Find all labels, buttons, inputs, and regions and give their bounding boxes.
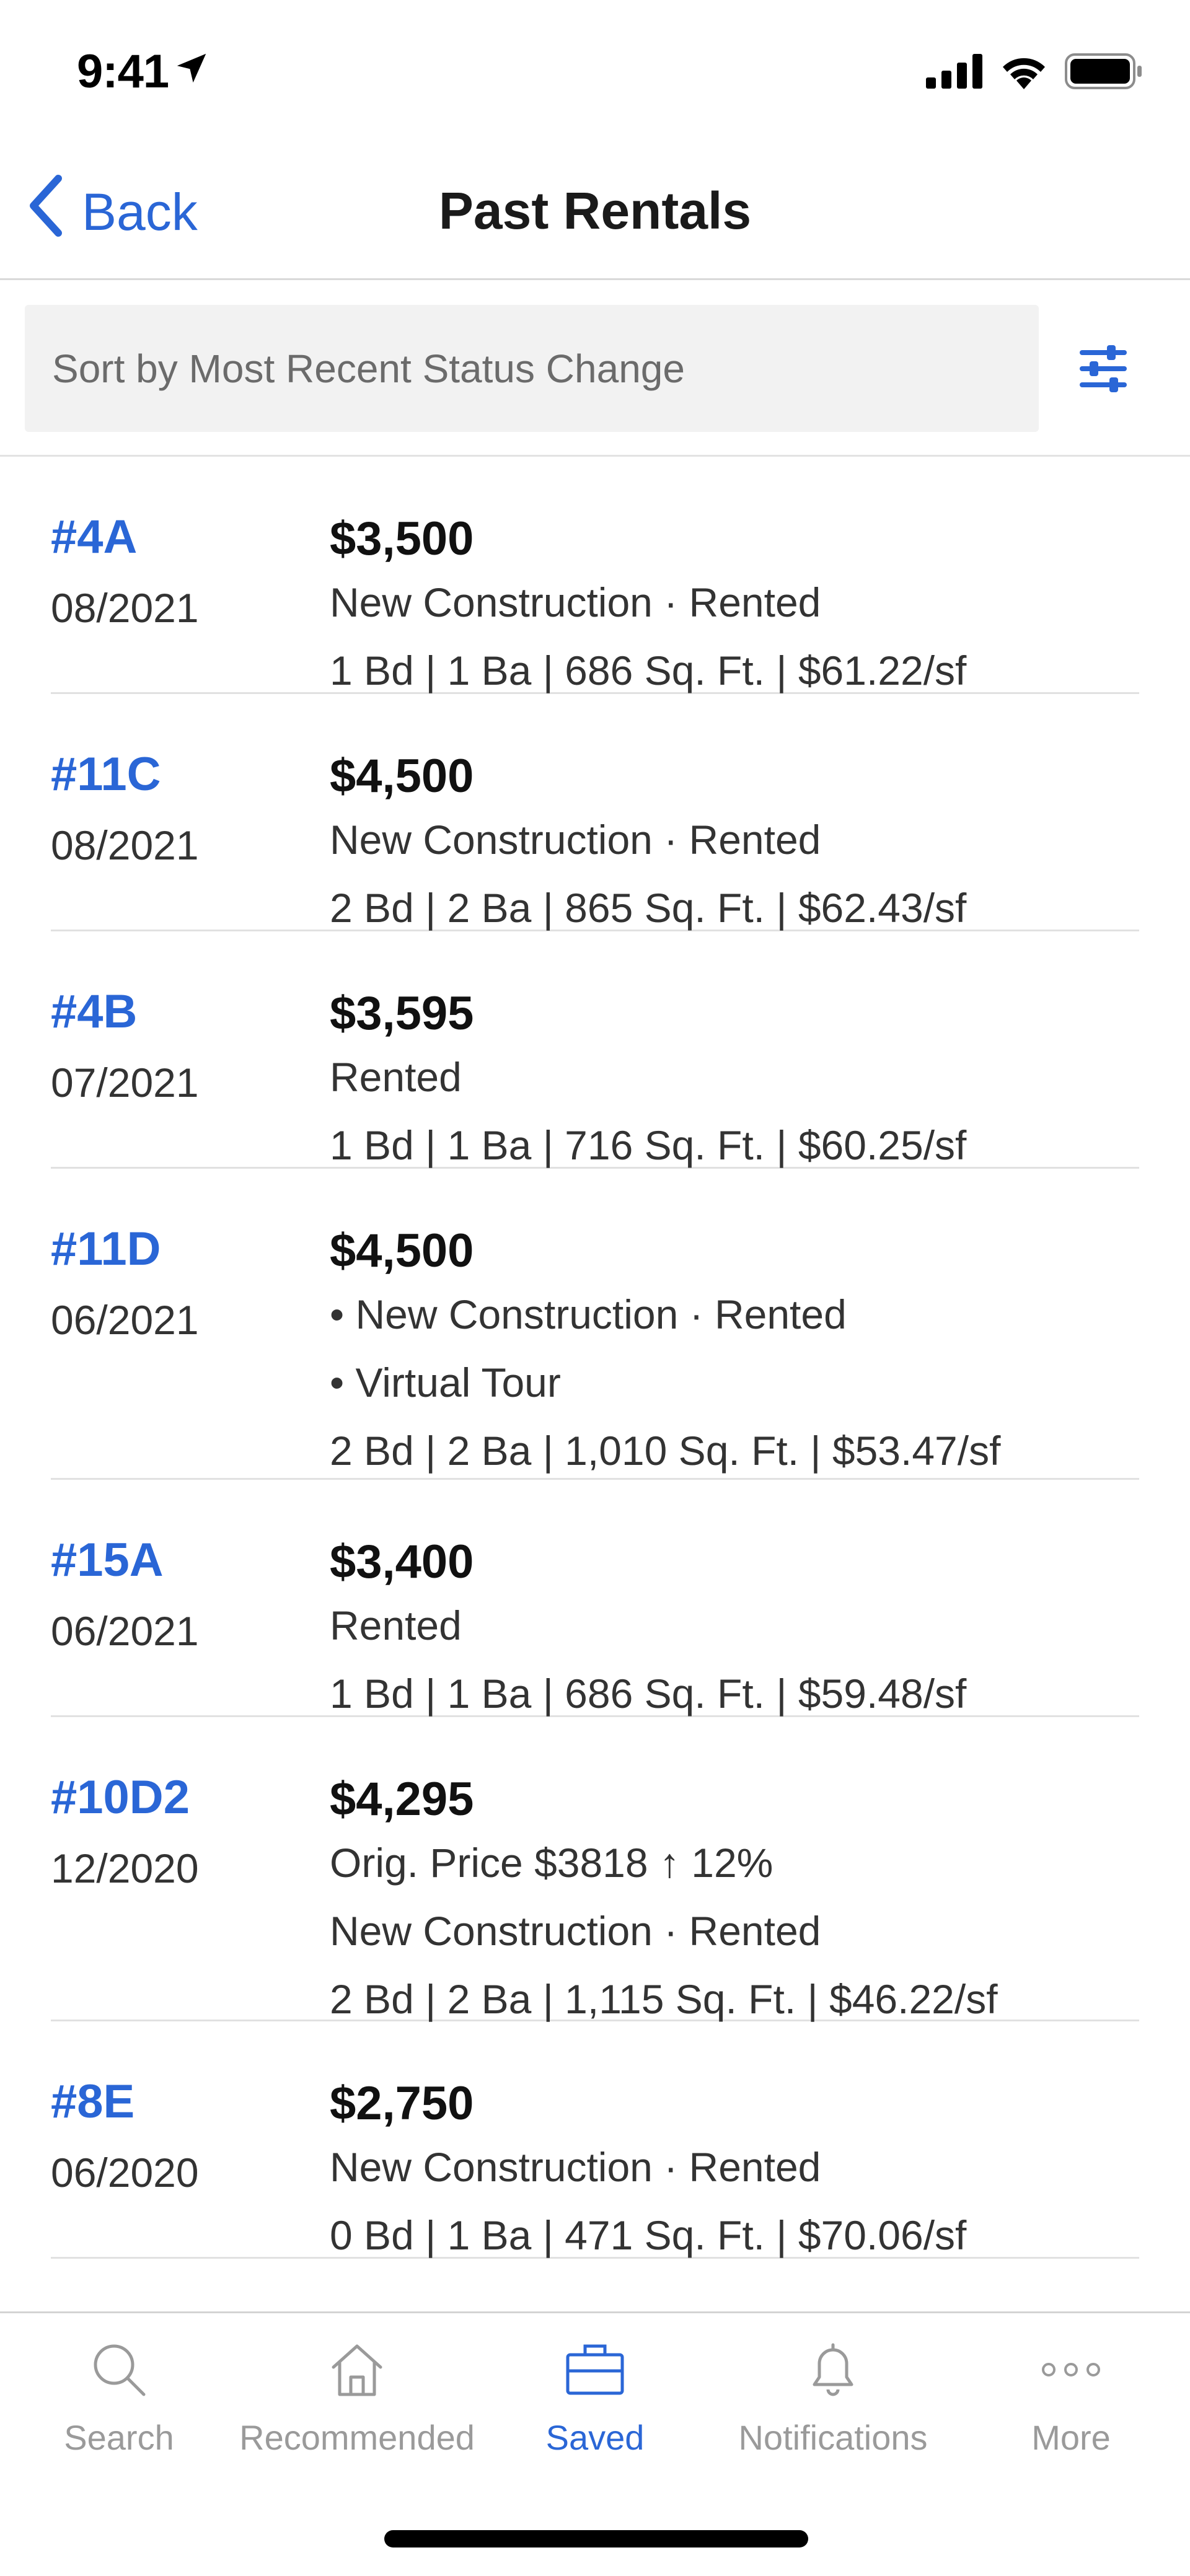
rental-row[interactable]: #10D2 12/2020 $4,295 Orig. Price $3818 ↑… [51, 1717, 1139, 2022]
unit-number[interactable]: #4B [51, 985, 137, 1039]
rental-price: $3,500 [330, 512, 474, 565]
home-icon [323, 2336, 391, 2404]
rental-details: $4,295 Orig. Price $3818 ↑ 12% New Const… [330, 1770, 998, 2033]
rental-details: $3,500 New Construction · Rented 1 Bd | … [330, 510, 966, 705]
tab-label: Recommended [239, 2418, 475, 2457]
rental-date: 06/2021 [51, 1297, 199, 1343]
unit-number[interactable]: #11C [51, 747, 161, 801]
rental-row[interactable]: #4B 07/2021 $3,595 Rented 1 Bd | 1 Ba | … [51, 931, 1139, 1169]
tab-search[interactable]: Search [0, 2336, 238, 2458]
filter-sliders-icon [1078, 344, 1128, 397]
rental-row[interactable]: #11D 06/2021 $4,500 • New Construction ·… [51, 1169, 1139, 1480]
rental-date: 07/2021 [51, 1060, 199, 1106]
unit-number[interactable]: #4A [51, 510, 137, 564]
rental-details: $2,750 New Construction · Rented 0 Bd | … [330, 2075, 966, 2269]
wifi-icon [999, 53, 1049, 92]
unit-number[interactable]: #8E [51, 2075, 134, 2129]
rental-row[interactable]: #11C 08/2021 $4,500 New Construction · R… [51, 694, 1139, 931]
rental-status: Rented [330, 1054, 462, 1100]
navigation-header: Back Past Rentals [0, 143, 1190, 280]
original-price: Orig. Price $3818 ↑ 12% [330, 1840, 774, 1886]
tab-recommended[interactable]: Recommended [238, 2336, 476, 2458]
rental-status: • New Construction · Rented [330, 1291, 847, 1337]
sort-label: Sort by Most Recent Status Change [52, 346, 685, 391]
rental-list: #4A 08/2021 $3,500 New Construction · Re… [0, 457, 1190, 2259]
rental-price: $4,295 [330, 1773, 474, 1826]
rental-status: New Construction · Rented [330, 2144, 821, 2190]
rental-status: New Construction · Rented [330, 817, 821, 863]
rental-specs: 2 Bd | 2 Ba | 1,010 Sq. Ft. | $53.47/sf [330, 1428, 1001, 1474]
tab-label: Notifications [738, 2418, 928, 2457]
page-title: Past Rentals [438, 182, 752, 240]
rental-feature: • Virtual Tour [330, 1360, 561, 1405]
tab-label: Search [64, 2418, 174, 2457]
status-icons [926, 53, 1143, 92]
tab-more[interactable]: More [952, 2336, 1190, 2458]
rental-row[interactable]: #15A 06/2021 $3,400 Rented 1 Bd | 1 Ba |… [51, 1480, 1139, 1717]
tab-saved[interactable]: Saved [476, 2336, 714, 2458]
rental-details: $3,595 Rented 1 Bd | 1 Ba | 716 Sq. Ft. … [330, 985, 966, 1179]
status-time: 9:41 [77, 45, 211, 99]
bell-icon [799, 2336, 867, 2404]
status-bar: 9:41 [0, 0, 1190, 143]
unit-number[interactable]: #10D2 [51, 1770, 190, 1824]
tab-notifications[interactable]: Notifications [714, 2336, 952, 2458]
rental-date: 08/2021 [51, 585, 199, 631]
tab-label: More [1031, 2418, 1111, 2457]
rental-date: 06/2020 [51, 2150, 199, 2196]
tab-label: Saved [545, 2418, 645, 2457]
rental-price: $2,750 [330, 2077, 474, 2130]
tab-bar: Search Recommended Saved Notifications M… [0, 2311, 1190, 2576]
rental-price: $3,400 [330, 1536, 474, 1588]
rental-date: 08/2021 [51, 822, 199, 868]
location-arrow-icon [172, 45, 211, 99]
rental-price: $3,595 [330, 987, 474, 1040]
unit-number[interactable]: #11D [51, 1222, 161, 1276]
rental-price: $4,500 [330, 1224, 474, 1277]
search-icon [85, 2336, 153, 2404]
battery-icon [1065, 53, 1143, 92]
rental-price: $4,500 [330, 750, 474, 802]
rental-date: 12/2020 [51, 1845, 199, 1891]
rental-row[interactable]: #4A 08/2021 $3,500 New Construction · Re… [51, 457, 1139, 694]
briefcase-icon [561, 2336, 629, 2404]
rental-details: $4,500 • New Construction · Rented • Vir… [330, 1222, 1000, 1485]
rental-date: 06/2021 [51, 1608, 199, 1654]
rental-details: $3,400 Rented 1 Bd | 1 Ba | 686 Sq. Ft. … [330, 1533, 966, 1728]
unit-number[interactable]: #15A [51, 1533, 164, 1587]
rental-status: Rented [330, 1602, 462, 1648]
filter-button[interactable] [1072, 339, 1134, 401]
status-time-text: 9:41 [77, 45, 169, 98]
sort-section: Sort by Most Recent Status Change [0, 280, 1190, 457]
rental-status: New Construction · Rented [330, 579, 821, 625]
sort-selector[interactable]: Sort by Most Recent Status Change [25, 305, 1039, 432]
rental-row[interactable]: #8E 06/2020 $2,750 New Construction · Re… [51, 2021, 1139, 2259]
rental-specs: 0 Bd | 1 Ba | 471 Sq. Ft. | $70.06/sf [330, 2212, 967, 2258]
home-indicator [384, 2530, 808, 2547]
rental-details: $4,500 New Construction · Rented 2 Bd | … [330, 747, 966, 942]
rental-status: New Construction · Rented [330, 1908, 821, 1954]
more-icon [1037, 2336, 1105, 2404]
cellular-signal-icon [926, 54, 983, 92]
